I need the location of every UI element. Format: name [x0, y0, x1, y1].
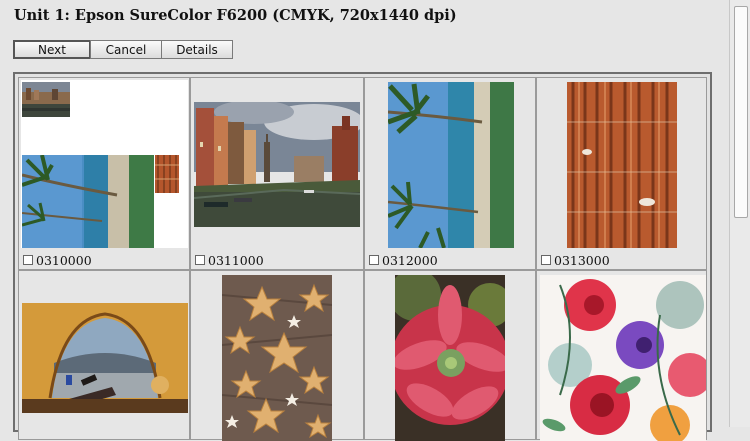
- thumbnail-image: [22, 82, 70, 117]
- thumbnail-caption: 0313000: [541, 252, 610, 268]
- page-title: Unit 1: Epson SureColor F6200 (CMYK, 720…: [14, 7, 457, 24]
- select-checkbox[interactable]: [23, 255, 33, 265]
- thumbnail-image: [395, 275, 505, 441]
- thumbnail-caption: 0312000: [369, 252, 438, 268]
- next-button[interactable]: Next: [13, 40, 91, 59]
- cancel-button[interactable]: Cancel: [90, 40, 162, 59]
- thumbnail-caption: 0310000: [23, 252, 92, 268]
- thumbnail-id: 0313000: [554, 252, 610, 268]
- select-checkbox[interactable]: [541, 255, 551, 265]
- thumbnail-image: [567, 82, 677, 248]
- thumbnail-cell[interactable]: 0311000: [190, 77, 364, 270]
- thumbnail-image: [22, 303, 188, 413]
- thumbnail-grid: 0310000 0311000 0312000 0313000: [13, 72, 712, 441]
- thumbnail-image: [22, 155, 154, 248]
- thumbnail-cell[interactable]: 0310000: [18, 77, 190, 270]
- thumbnail-image: [388, 82, 514, 248]
- thumbnail-cell[interactable]: [18, 270, 190, 440]
- thumbnail-id: 0312000: [382, 252, 438, 268]
- thumbnail-image: [155, 155, 179, 193]
- thumbnail-id: 0310000: [36, 252, 92, 268]
- select-checkbox[interactable]: [369, 255, 379, 265]
- thumbnail-image: [222, 275, 332, 441]
- scrollbar-thumb[interactable]: [734, 6, 748, 218]
- thumbnail-image: [194, 102, 360, 227]
- thumbnail-image: [540, 275, 706, 441]
- details-button[interactable]: Details: [161, 40, 233, 59]
- select-checkbox[interactable]: [195, 255, 205, 265]
- thumbnail-cell[interactable]: [364, 270, 536, 441]
- thumbnail-cell[interactable]: [190, 270, 364, 441]
- thumbnail-cell[interactable]: 0313000: [536, 77, 707, 270]
- button-bar: Next Cancel Details: [13, 40, 233, 59]
- thumbnail-cell[interactable]: [536, 270, 707, 441]
- thumbnail-id: 0311000: [208, 252, 264, 268]
- vertical-scrollbar[interactable]: [729, 0, 750, 427]
- thumbnail-cell[interactable]: 0312000: [364, 77, 536, 270]
- thumbnail-caption: 0311000: [195, 252, 264, 268]
